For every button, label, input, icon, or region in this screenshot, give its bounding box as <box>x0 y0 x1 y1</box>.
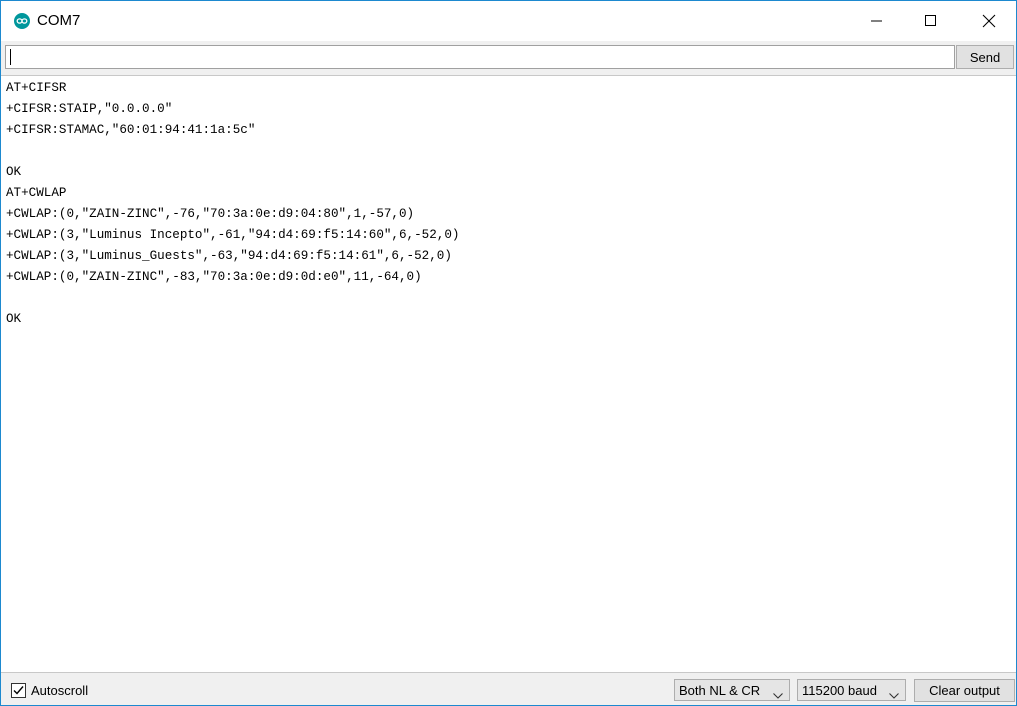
autoscroll-checkbox[interactable] <box>11 683 26 698</box>
output-line: +CIFSR:STAMAC,"60:01:94:41:1a:5c" <box>6 123 256 137</box>
autoscroll-label: Autoscroll <box>31 683 89 698</box>
send-input[interactable] <box>5 45 955 69</box>
output-line: +CWLAP:(3,"Luminus Incepto",-61,"94:d4:6… <box>6 228 460 242</box>
clear-output-button[interactable]: Clear output <box>914 679 1015 702</box>
send-button[interactable]: Send <box>956 45 1014 69</box>
arduino-infinity-icon <box>14 13 30 29</box>
maximize-button[interactable] <box>908 1 954 41</box>
minimize-button[interactable] <box>854 1 900 41</box>
serial-output[interactable]: AT+CIFSR +CIFSR:STAIP,"0.0.0.0" +CIFSR:S… <box>1 76 1016 672</box>
baud-rate-select[interactable]: 115200 baud <box>797 679 906 701</box>
title-bar: COM7 <box>1 1 1016 41</box>
checkmark-icon <box>13 686 24 695</box>
output-line: +CWLAP:(3,"Luminus_Guests",-63,"94:d4:69… <box>6 249 452 263</box>
output-line: +CWLAP:(0,"ZAIN-ZINC",-76,"70:3a:0e:d9:0… <box>6 207 415 221</box>
maximize-icon <box>925 15 937 27</box>
close-button[interactable] <box>966 1 1012 41</box>
output-line: OK <box>6 165 22 179</box>
serial-monitor-window: COM7 Send AT+CIFSR +CIFSR:STAIP,"0.0.0.0… <box>0 0 1017 706</box>
chevron-down-icon <box>773 687 783 702</box>
line-ending-select[interactable]: Both NL & CR <box>674 679 790 701</box>
baud-rate-value: 115200 baud <box>802 683 877 698</box>
close-icon <box>982 14 996 28</box>
status-bar: Autoscroll Both NL & CR 115200 baud Clea… <box>1 672 1016 705</box>
window-title: COM7 <box>37 12 81 29</box>
send-row: Send <box>1 41 1016 76</box>
minimize-icon <box>871 15 883 27</box>
output-line: +CWLAP:(0,"ZAIN-ZINC",-83,"70:3a:0e:d9:0… <box>6 270 422 284</box>
line-ending-value: Both NL & CR <box>679 683 761 698</box>
output-line: +CIFSR:STAIP,"0.0.0.0" <box>6 102 173 116</box>
output-line: AT+CWLAP <box>6 186 67 200</box>
output-line: OK <box>6 312 22 326</box>
chevron-down-icon <box>889 687 899 702</box>
text-caret <box>10 49 11 65</box>
output-line: AT+CIFSR <box>6 81 67 95</box>
